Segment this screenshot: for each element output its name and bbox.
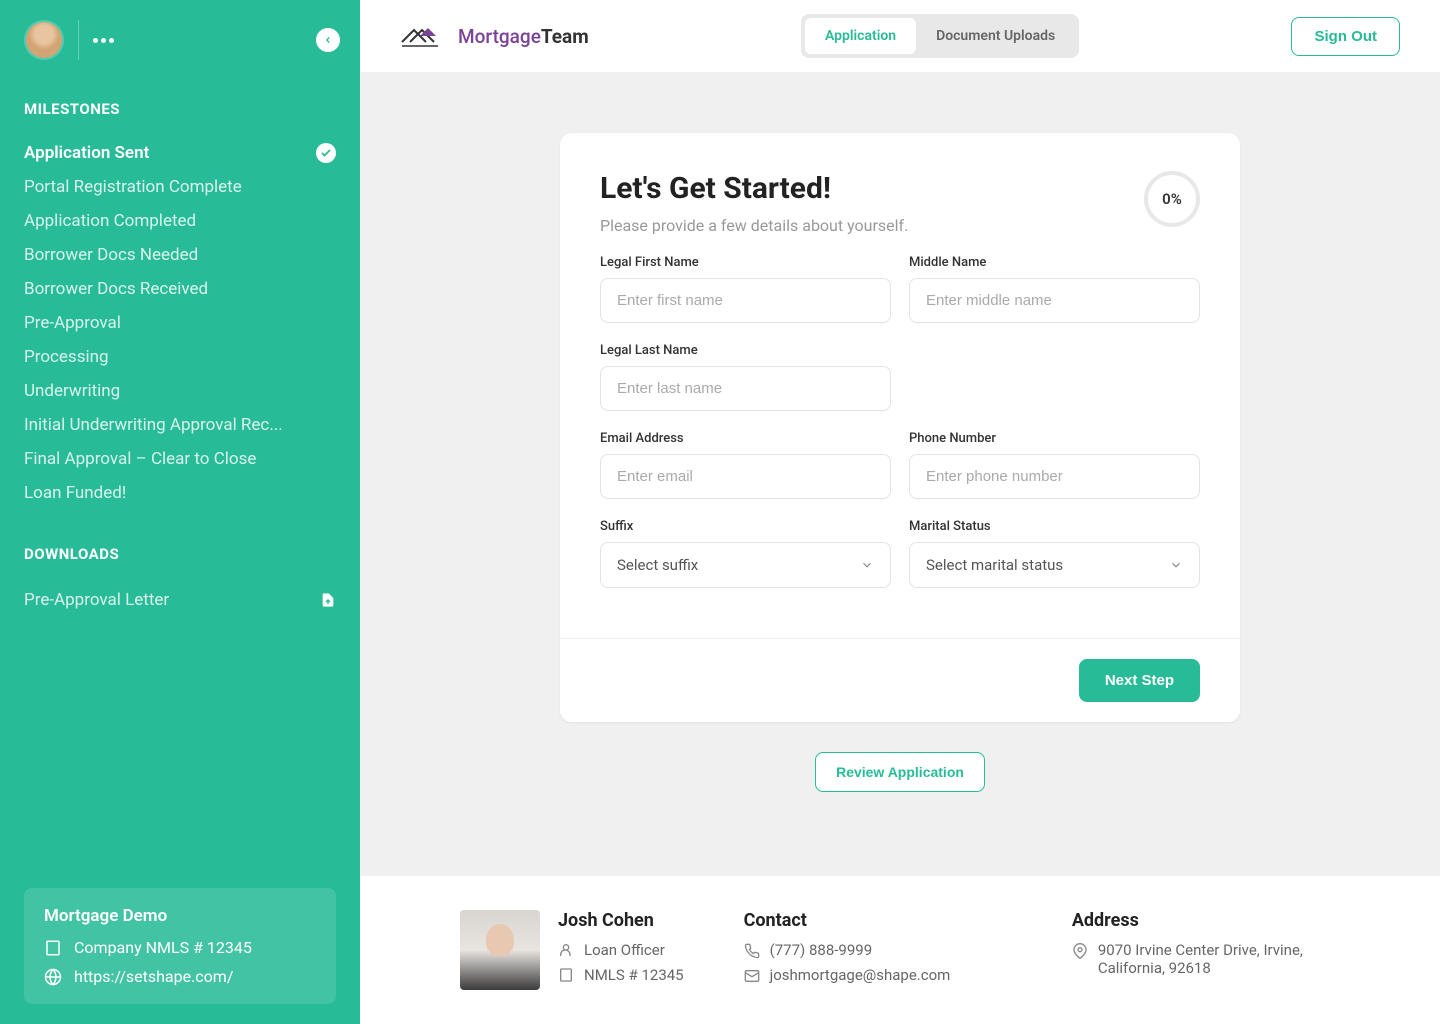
milestone-item-underwriting[interactable]: Underwriting [24, 374, 336, 408]
address-heading: Address [1072, 910, 1340, 931]
contact-phone[interactable]: (777) 888-9999 [770, 941, 873, 959]
milestone-item-docs-needed[interactable]: Borrower Docs Needed [24, 238, 336, 272]
sidebar: MILESTONES Application Sent Portal Regis… [0, 0, 360, 1024]
email-label: Email Address [600, 431, 891, 446]
marital-label: Marital Status [909, 519, 1200, 534]
suffix-label: Suffix [600, 519, 891, 534]
contact-heading: Contact [744, 910, 1012, 931]
company-card: Mortgage Demo Company NMLS # 12345 https… [24, 888, 336, 1004]
milestone-item-final-approval[interactable]: Final Approval – Clear to Close [24, 442, 336, 476]
divider [78, 20, 79, 60]
download-label: Pre-Approval Letter [24, 590, 169, 610]
chevron-down-icon [860, 558, 874, 572]
suffix-placeholder: Select suffix [617, 556, 698, 574]
progress-indicator: 0% [1144, 171, 1200, 227]
officer-title: Loan Officer [584, 941, 665, 959]
download-pre-approval-letter[interactable]: Pre-Approval Letter [24, 581, 336, 619]
officer-name: Josh Cohen [558, 910, 684, 931]
tab-application[interactable]: Application [805, 18, 916, 54]
first-name-input[interactable] [600, 278, 891, 323]
milestone-item-initial-approval[interactable]: Initial Underwriting Approval Rec... [24, 408, 336, 442]
building-icon [44, 939, 62, 957]
officer-block: Josh Cohen Loan Officer NMLS # 12345 [460, 910, 684, 990]
milestone-item-docs-received[interactable]: Borrower Docs Received [24, 272, 336, 306]
milestone-label: Application Completed [24, 211, 196, 231]
file-upload-icon [320, 590, 336, 610]
logo-text-2: Team [541, 25, 589, 48]
milestone-label: Initial Underwriting Approval Rec... [24, 415, 283, 435]
more-menu-button[interactable] [93, 38, 114, 43]
chevron-left-icon [323, 35, 333, 45]
milestone-item-loan-funded[interactable]: Loan Funded! [24, 476, 336, 510]
pin-icon [1072, 943, 1088, 959]
chevron-down-icon [1169, 558, 1183, 572]
milestone-label: Borrower Docs Needed [24, 245, 198, 265]
contact-email[interactable]: joshmortgage@shape.com [770, 966, 951, 984]
milestone-label: Application Sent [24, 143, 149, 163]
officer-nmls: NMLS # 12345 [584, 966, 684, 984]
building-icon [558, 967, 574, 983]
phone-input[interactable] [909, 454, 1200, 499]
page-title: Let's Get Started! [600, 171, 908, 206]
milestones-heading: MILESTONES [24, 100, 336, 118]
milestone-label: Underwriting [24, 381, 120, 401]
marital-placeholder: Select marital status [926, 556, 1063, 574]
last-name-label: Legal Last Name [600, 343, 891, 358]
phone-icon [744, 943, 760, 959]
tabs: Application Document Uploads [801, 14, 1079, 58]
milestone-item-portal-registration[interactable]: Portal Registration Complete [24, 170, 336, 204]
milestone-list: Application Sent Portal Registration Com… [24, 136, 336, 510]
milestone-item-processing[interactable]: Processing [24, 340, 336, 374]
email-input[interactable] [600, 454, 891, 499]
downloads-heading: DOWNLOADS [24, 545, 336, 563]
milestone-item-application-sent[interactable]: Application Sent [24, 136, 336, 170]
company-nmls: Company NMLS # 12345 [74, 938, 252, 957]
mail-icon [744, 968, 760, 984]
last-name-input[interactable] [600, 366, 891, 411]
tab-document-uploads[interactable]: Document Uploads [916, 18, 1075, 54]
milestone-label: Loan Funded! [24, 483, 126, 503]
middle-name-label: Middle Name [909, 255, 1200, 270]
milestone-label: Final Approval – Clear to Close [24, 449, 256, 469]
middle-name-input[interactable] [909, 278, 1200, 323]
address-text: 9070 Irvine Center Drive, Irvine, Califo… [1098, 941, 1340, 977]
first-name-label: Legal First Name [600, 255, 891, 270]
milestone-label: Borrower Docs Received [24, 279, 208, 299]
milestone-label: Processing [24, 347, 109, 367]
company-url[interactable]: https://setshape.com/ [74, 967, 233, 986]
milestone-item-pre-approval[interactable]: Pre-Approval [24, 306, 336, 340]
marital-select[interactable]: Select marital status [909, 542, 1200, 588]
milestone-label: Pre-Approval [24, 313, 121, 333]
footer: Josh Cohen Loan Officer NMLS # 12345 Con… [360, 876, 1440, 1024]
milestone-item-application-completed[interactable]: Application Completed [24, 204, 336, 238]
logo[interactable]: MortgageTeam [400, 22, 589, 50]
logo-text-1: Mortgage [458, 25, 541, 48]
company-name: Mortgage Demo [44, 906, 316, 926]
address-block: Address 9070 Irvine Center Drive, Irvine… [1072, 910, 1340, 990]
globe-icon [44, 968, 62, 986]
user-icon [558, 942, 574, 958]
sign-out-button[interactable]: Sign Out [1291, 17, 1400, 56]
logo-icon [400, 22, 450, 50]
page-subtitle: Please provide a few details about yours… [600, 216, 908, 235]
suffix-select[interactable]: Select suffix [600, 542, 891, 588]
officer-avatar [460, 910, 540, 990]
phone-label: Phone Number [909, 431, 1200, 446]
contact-block: Contact (777) 888-9999 joshmortgage@shap… [744, 910, 1012, 990]
next-step-button[interactable]: Next Step [1079, 659, 1200, 702]
user-avatar[interactable] [24, 20, 64, 60]
check-icon [316, 143, 336, 163]
review-application-button[interactable]: Review Application [815, 752, 985, 792]
milestone-label: Portal Registration Complete [24, 177, 242, 197]
collapse-sidebar-button[interactable] [316, 28, 340, 52]
header: MortgageTeam Application Document Upload… [360, 0, 1440, 73]
form-card: Let's Get Started! Please provide a few … [560, 133, 1240, 722]
